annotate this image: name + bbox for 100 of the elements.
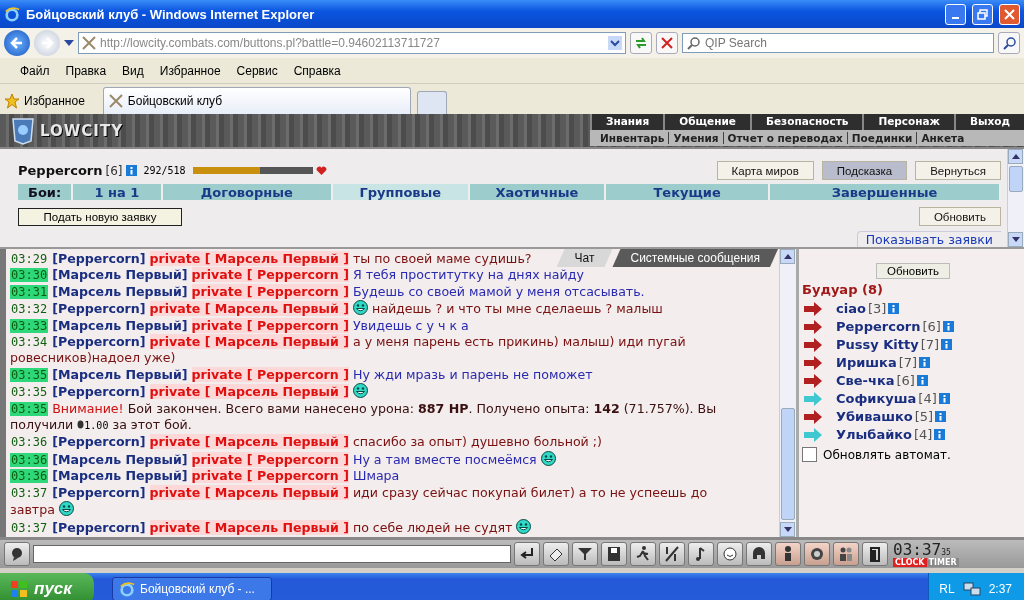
- browser-tab[interactable]: Бойцовский клуб: [127, 94, 223, 108]
- nav-button[interactable]: Карта миров: [716, 161, 814, 181]
- address-field[interactable]: http://lowcity.combats.com/buttons.pl?battle=0.94602113711727: [78, 32, 626, 54]
- private-recipient[interactable]: private [ Марсель Первый ]: [149, 484, 349, 500]
- nav-link[interactable]: Умения: [668, 132, 723, 144]
- private-recipient[interactable]: private [ Марсель Первый ]: [149, 384, 349, 400]
- private-recipient[interactable]: private [ Peppercorn ]: [191, 366, 349, 382]
- checkbox[interactable]: [802, 447, 817, 462]
- toolbar-button[interactable]: [746, 542, 772, 566]
- sender-name[interactable]: [Марсель Первый]: [52, 366, 188, 382]
- info-icon[interactable]: [888, 302, 900, 314]
- show-requests-link[interactable]: Показывать заявки: [856, 231, 1001, 247]
- chat-input[interactable]: [33, 545, 511, 563]
- sender-name[interactable]: [Марсель Первый]: [52, 267, 188, 283]
- scrollbar-thumb[interactable]: [1009, 166, 1023, 192]
- nav-button[interactable]: Подсказка: [821, 161, 908, 181]
- nav-link[interactable]: Выход: [954, 114, 1024, 130]
- battle-tab[interactable]: Текущие: [606, 184, 770, 200]
- info-icon[interactable]: [934, 428, 946, 440]
- menu-item[interactable]: Сервис: [228, 63, 286, 78]
- scrollbar-thumb[interactable]: [781, 408, 795, 520]
- info-icon[interactable]: [941, 338, 953, 350]
- scroll-down-button[interactable]: [780, 522, 795, 537]
- taskbar-item[interactable]: Бойцовский клуб - ...: [112, 576, 272, 600]
- nav-link[interactable]: Отчет о переводах: [722, 132, 847, 144]
- refresh-button[interactable]: [630, 32, 652, 54]
- player-name[interactable]: Peppercorn: [18, 163, 103, 179]
- toolbar-button[interactable]: [833, 542, 859, 566]
- sender-name[interactable]: [Peppercorn]: [52, 334, 146, 350]
- sender-name[interactable]: [Peppercorn]: [52, 434, 146, 450]
- nav-link[interactable]: Общение: [663, 114, 750, 130]
- private-recipient[interactable]: private [ Марсель Первый ]: [149, 251, 349, 266]
- stop-button[interactable]: [656, 32, 678, 54]
- sender-name[interactable]: [Марсель Первый]: [52, 451, 188, 467]
- new-request-button[interactable]: Подать новую заявку: [18, 207, 182, 226]
- menu-item[interactable]: Вид: [114, 63, 152, 78]
- private-recipient[interactable]: private [ Марсель Первый ]: [149, 434, 349, 450]
- search-button[interactable]: [998, 32, 1020, 54]
- toolbar-button[interactable]: [862, 542, 888, 566]
- private-recipient[interactable]: private [ Peppercorn ]: [191, 451, 349, 467]
- nav-link[interactable]: Безопасность: [749, 114, 863, 130]
- minimize-button[interactable]: [945, 3, 966, 25]
- scroll-down-button[interactable]: [1008, 232, 1023, 247]
- user-name[interactable]: Pussy Kitty: [836, 336, 919, 352]
- clock-tab[interactable]: CLOCK: [893, 557, 927, 567]
- toolbar-button[interactable]: [775, 542, 801, 566]
- back-button[interactable]: [4, 30, 30, 56]
- network-icon[interactable]: [962, 580, 981, 597]
- close-button[interactable]: [999, 3, 1020, 25]
- user-name[interactable]: Peppercorn: [836, 318, 921, 334]
- sender-name[interactable]: [Peppercorn]: [52, 384, 146, 400]
- menu-item[interactable]: Справка: [285, 63, 349, 78]
- private-recipient[interactable]: private [ Марсель Первый ]: [149, 301, 349, 317]
- menu-item[interactable]: Правка: [57, 63, 115, 78]
- chat-tab[interactable]: Чат: [556, 249, 613, 267]
- private-recipient[interactable]: private [ Марсель Первый ]: [149, 334, 349, 350]
- search-field[interactable]: QIP Search: [682, 33, 994, 53]
- battle-tab[interactable]: Групповые: [332, 184, 470, 200]
- toolbar-button[interactable]: [804, 542, 830, 566]
- info-icon[interactable]: [935, 410, 947, 422]
- menu-item[interactable]: Избранное: [151, 63, 229, 78]
- nav-link[interactable]: Знания: [590, 114, 664, 130]
- toolbar-button[interactable]: [601, 542, 627, 566]
- user-name[interactable]: Све-чка: [836, 372, 895, 388]
- user-name[interactable]: Софикуша: [836, 390, 917, 406]
- user-name[interactable]: ciao: [836, 300, 866, 316]
- info-icon[interactable]: [919, 356, 931, 368]
- info-icon[interactable]: [942, 320, 954, 332]
- menu-item[interactable]: Файл: [12, 63, 58, 78]
- user-name[interactable]: Иришка: [836, 354, 897, 370]
- favorites-button[interactable]: Избранное: [24, 94, 85, 108]
- user-name[interactable]: Убивашко: [836, 408, 913, 424]
- dropdown-icon[interactable]: [608, 36, 622, 50]
- nav-button[interactable]: Вернуться: [915, 161, 1001, 181]
- private-recipient[interactable]: private [ Peppercorn ]: [191, 283, 349, 299]
- refresh-button[interactable]: Обновить: [918, 207, 1001, 226]
- user-name[interactable]: Улыбайко: [836, 426, 912, 442]
- sender-name[interactable]: [Марсель Первый]: [52, 317, 188, 333]
- nav-link[interactable]: Поединки: [846, 132, 917, 144]
- refresh-button[interactable]: Обновить: [875, 263, 951, 279]
- private-recipient[interactable]: private [ Peppercorn ]: [191, 317, 349, 333]
- timer-tab[interactable]: TIMER: [926, 557, 959, 567]
- toolbar-button[interactable]: [543, 542, 569, 566]
- sender-name[interactable]: [Peppercorn]: [52, 301, 146, 317]
- sender-name[interactable]: [Peppercorn]: [52, 484, 146, 500]
- toolbar-button[interactable]: [514, 542, 540, 566]
- toolbar-button[interactable]: [659, 542, 685, 566]
- battle-tab[interactable]: Хаотичные: [469, 184, 607, 200]
- info-icon[interactable]: [916, 374, 928, 386]
- sender-name[interactable]: [Марсель Первый]: [52, 283, 188, 299]
- nav-link[interactable]: Персонаж: [862, 114, 955, 130]
- sender-name[interactable]: [Марсель Первый]: [52, 468, 188, 484]
- toolbar-button[interactable]: [4, 542, 30, 566]
- toolbar-button[interactable]: [688, 542, 714, 566]
- dropdown-icon[interactable]: [64, 40, 74, 46]
- scroll-up-button[interactable]: [1008, 149, 1023, 164]
- restore-button[interactable]: [972, 3, 993, 25]
- private-recipient[interactable]: private [ Peppercorn ]: [191, 468, 349, 484]
- nav-link[interactable]: Инвентарь: [596, 132, 669, 144]
- chat-tab[interactable]: Системные сообщения: [612, 249, 778, 267]
